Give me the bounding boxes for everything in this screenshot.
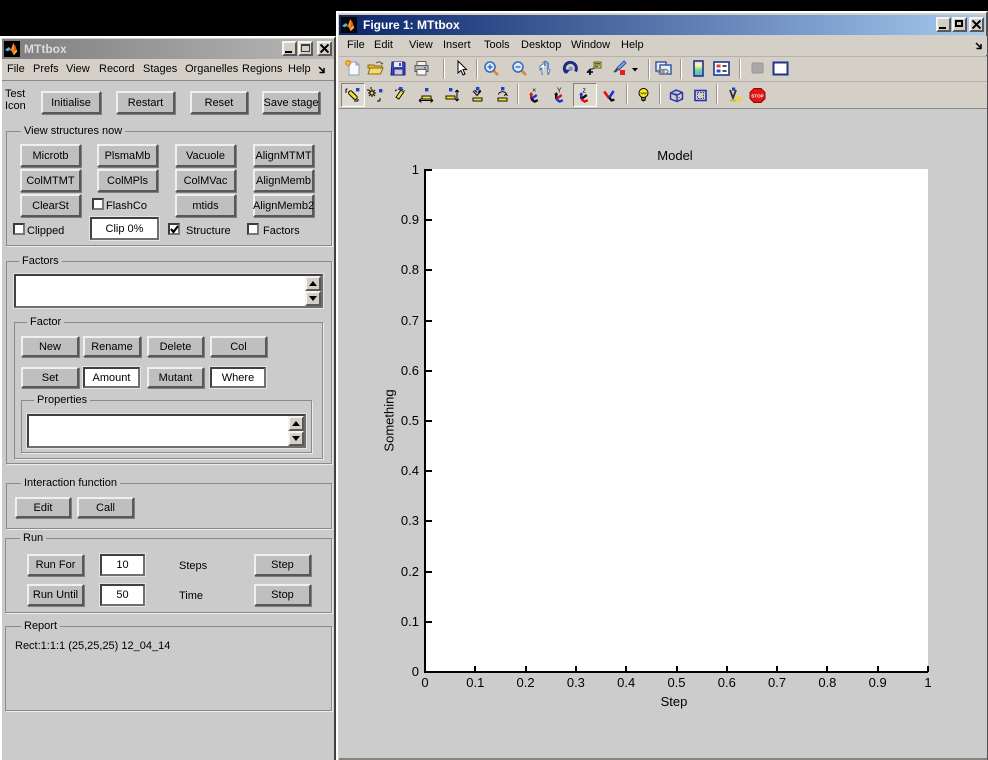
svg-text:STOP: STOP	[751, 94, 763, 99]
svg-text:×: ×	[532, 88, 536, 95]
svg-text:Y: Y	[557, 88, 562, 95]
svg-text:z: z	[582, 88, 586, 95]
